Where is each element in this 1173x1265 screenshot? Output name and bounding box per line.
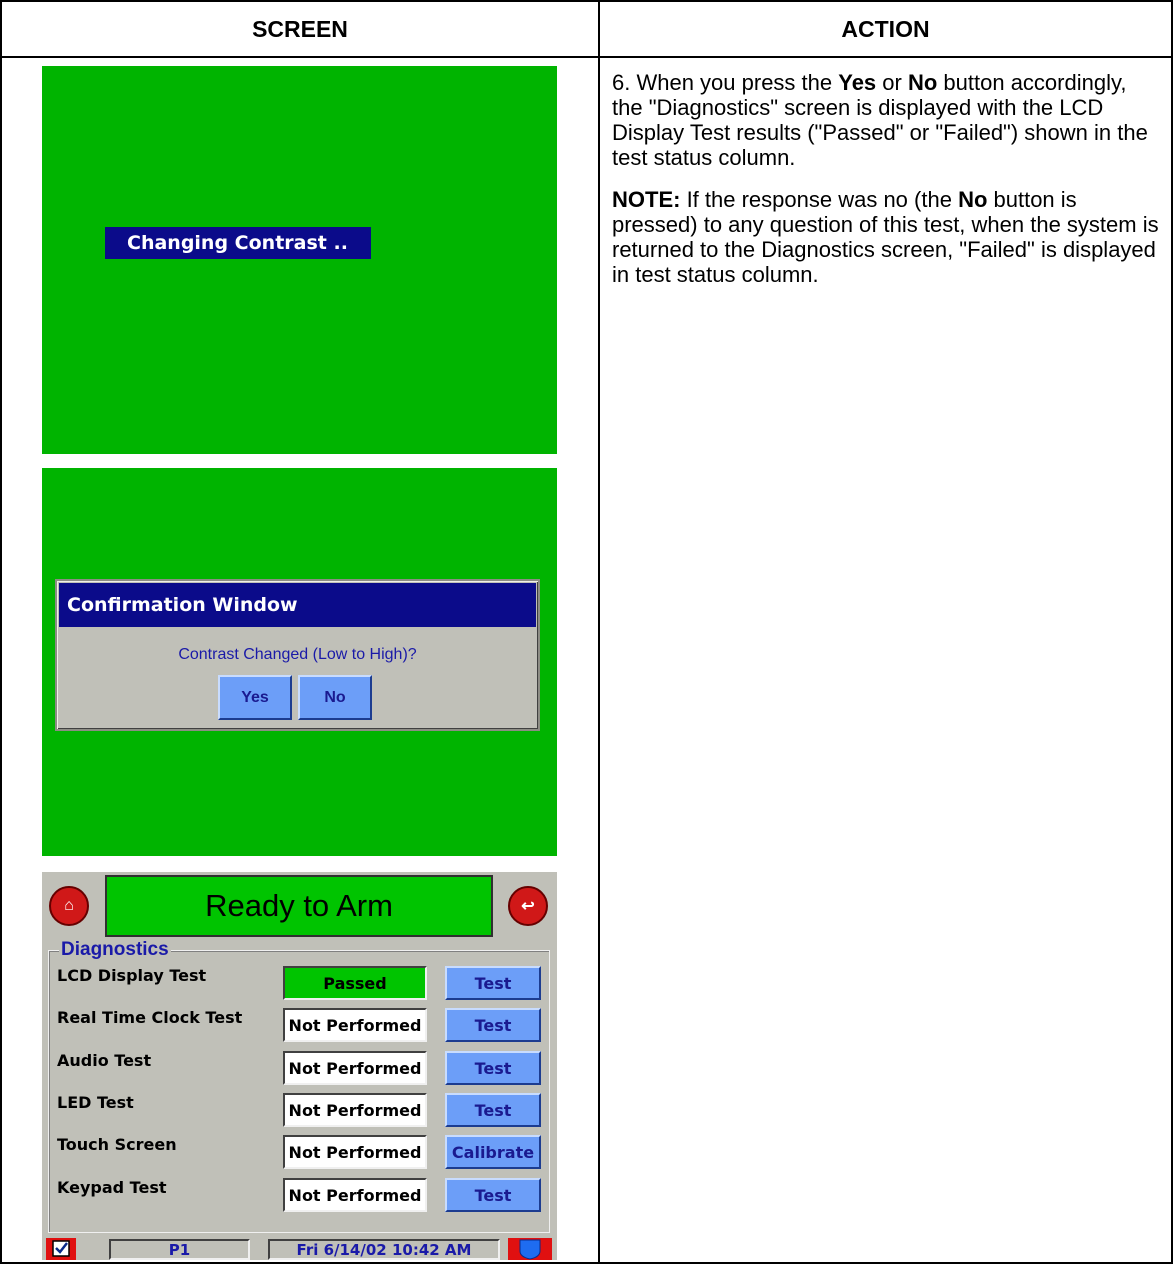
changing-contrast-screen: Changing Contrast .. xyxy=(42,66,557,454)
shield-icon[interactable] xyxy=(508,1238,552,1260)
row-label: Touch Screen xyxy=(57,1135,177,1154)
back-glyph: ↩ xyxy=(521,898,535,915)
step-text: 6. When you press the xyxy=(612,70,839,95)
step-6-paragraph: 6. When you press the Yes or No button a… xyxy=(612,70,1160,170)
check-icon xyxy=(52,1240,70,1257)
table-row: Real Time Clock Test Not Performed Test xyxy=(42,1008,557,1052)
action-text: 6. When you press the Yes or No button a… xyxy=(612,70,1160,304)
partition-field: P1 xyxy=(109,1239,250,1260)
dialog-title: Confirmation Window xyxy=(59,583,536,627)
table-row: Keypad Test Not Performed Test xyxy=(42,1178,557,1222)
test-button[interactable]: Test xyxy=(445,1051,541,1085)
dialog-message: Contrast Changed (Low to High)? xyxy=(178,646,417,663)
checkbox-icon[interactable] xyxy=(46,1238,76,1260)
test-button[interactable]: Test xyxy=(445,1008,541,1042)
header-divider xyxy=(0,56,1173,58)
row-label: LCD Display Test xyxy=(57,966,207,985)
test-button[interactable]: Test xyxy=(445,1178,541,1212)
status-box: Not Performed xyxy=(283,1178,427,1212)
confirmation-screen: Confirmation Window Contrast Changed (Lo… xyxy=(42,468,557,856)
status-box: Not Performed xyxy=(283,1135,427,1169)
confirmation-dialog: Confirmation Window Contrast Changed (Lo… xyxy=(55,579,540,731)
note-label: NOTE: xyxy=(612,187,681,212)
or-text: or xyxy=(876,70,908,95)
row-label: Real Time Clock Test xyxy=(57,1008,243,1027)
row-label: Keypad Test xyxy=(57,1178,167,1197)
diagnostics-screen: ⌂ Ready to Arm ↩ Diagnostics LCD Display… xyxy=(42,872,557,1260)
yes-button[interactable]: Yes xyxy=(218,675,292,720)
status-box: Passed xyxy=(283,966,427,1000)
row-label: Audio Test xyxy=(57,1051,152,1070)
note-no-term: No xyxy=(958,187,988,212)
back-icon[interactable]: ↩ xyxy=(508,886,548,926)
diagnostics-title: Diagnostics xyxy=(59,939,171,961)
status-box: Not Performed xyxy=(283,1093,427,1127)
no-term: No xyxy=(907,70,938,95)
header-screen: SCREEN xyxy=(252,16,348,42)
status-box: Not Performed xyxy=(283,1051,427,1085)
system-status-bar: Ready to Arm xyxy=(105,875,493,937)
table-border-left xyxy=(0,0,2,1264)
table-row: LCD Display Test Passed Test xyxy=(42,966,557,1010)
changing-contrast-banner: Changing Contrast .. xyxy=(105,227,371,259)
note-paragraph: NOTE: If the response was no (the No but… xyxy=(612,187,1160,287)
note-text: If the response was no (the xyxy=(680,187,959,212)
home-icon[interactable]: ⌂ xyxy=(49,886,89,926)
table-row: LED Test Not Performed Test xyxy=(42,1093,557,1137)
test-button[interactable]: Test xyxy=(445,966,541,1000)
table-border-top xyxy=(0,0,1173,2)
table-row: Audio Test Not Performed Test xyxy=(42,1051,557,1095)
row-label: LED Test xyxy=(57,1093,134,1112)
test-button[interactable]: Test xyxy=(445,1093,541,1127)
header-action: ACTION xyxy=(841,16,930,42)
datetime-field: Fri 6/14/02 10:42 AM xyxy=(268,1239,500,1260)
calibrate-button[interactable]: Calibrate xyxy=(445,1135,541,1169)
no-button[interactable]: No xyxy=(298,675,372,720)
status-box: Not Performed xyxy=(283,1008,427,1042)
home-glyph: ⌂ xyxy=(64,897,74,914)
yes-term: Yes xyxy=(838,70,877,95)
column-divider xyxy=(598,0,600,1264)
shield-shape xyxy=(519,1239,541,1260)
table-row: Touch Screen Not Performed Calibrate xyxy=(42,1135,557,1179)
